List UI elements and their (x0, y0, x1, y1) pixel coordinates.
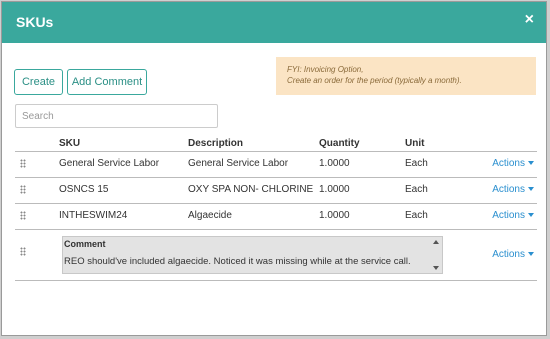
actions-dropdown[interactable]: Actions (492, 242, 534, 268)
actions-label: Actions (492, 184, 525, 195)
close-icon[interactable]: × (525, 11, 534, 29)
drag-handle-icon[interactable] (20, 159, 26, 168)
actions-label: Actions (492, 158, 525, 169)
header-quantity: Quantity (319, 138, 360, 149)
cell-unit: Each (405, 210, 428, 221)
drag-handle-icon[interactable] (20, 185, 26, 194)
caret-down-icon (528, 187, 534, 192)
cell-sku: OSNCS 15 (59, 184, 109, 195)
fyi-line-2: Create an order for the period (typicall… (287, 76, 462, 85)
table-row: General Service Labor General Service La… (15, 151, 537, 177)
comment-label: Comment (64, 239, 106, 249)
fyi-line-1: FYI: Invoicing Option, (287, 65, 364, 74)
header-unit: Unit (405, 138, 425, 149)
comment-text: REO should've included algaecide. Notice… (64, 256, 411, 267)
scroll-up-icon[interactable] (433, 240, 439, 244)
row-divider (15, 280, 537, 281)
create-button[interactable]: Create (14, 69, 63, 95)
actions-dropdown[interactable]: Actions (492, 177, 534, 203)
modal-title: SKUs (16, 14, 54, 30)
drag-handle-icon[interactable] (20, 211, 26, 220)
caret-down-icon (528, 161, 534, 166)
drag-handle-icon[interactable] (20, 247, 26, 256)
cell-quantity: 1.0000 (319, 158, 350, 169)
cell-sku: General Service Labor (59, 158, 160, 169)
actions-label: Actions (492, 210, 525, 221)
row-divider (15, 229, 537, 230)
scroll-down-icon[interactable] (433, 266, 439, 270)
cell-sku: INTHESWIM24 (59, 210, 128, 221)
skus-modal: SKUs × Create Add Comment FYI: Invoicing… (1, 1, 547, 336)
header-sku: SKU (59, 138, 81, 149)
cell-unit: Each (405, 184, 428, 195)
modal-header: SKUs × (2, 2, 546, 43)
cell-quantity: 1.0000 (319, 210, 350, 221)
actions-dropdown[interactable]: Actions (492, 203, 534, 229)
caret-down-icon (528, 213, 534, 218)
cell-description: General Service Labor (188, 158, 289, 169)
cell-description: Algaecide (188, 210, 232, 221)
cell-description: OXY SPA NON- CHLORINE 1.... (188, 184, 313, 195)
actions-label: Actions (492, 249, 525, 260)
header-description: Description (188, 138, 244, 149)
actions-dropdown[interactable]: Actions (492, 151, 534, 177)
add-comment-button[interactable]: Add Comment (67, 69, 147, 95)
comment-box[interactable]: Comment REO should've included algaecide… (62, 236, 443, 274)
search-input[interactable] (15, 104, 218, 128)
fyi-note: FYI: Invoicing Option, Create an order f… (276, 57, 536, 95)
cell-quantity: 1.0000 (319, 184, 350, 195)
cell-unit: Each (405, 158, 428, 169)
table-row: OSNCS 15 OXY SPA NON- CHLORINE 1.... 1.0… (15, 177, 537, 203)
caret-down-icon (528, 252, 534, 257)
table-row: INTHESWIM24 Algaecide 1.0000 Each Action… (15, 203, 537, 229)
